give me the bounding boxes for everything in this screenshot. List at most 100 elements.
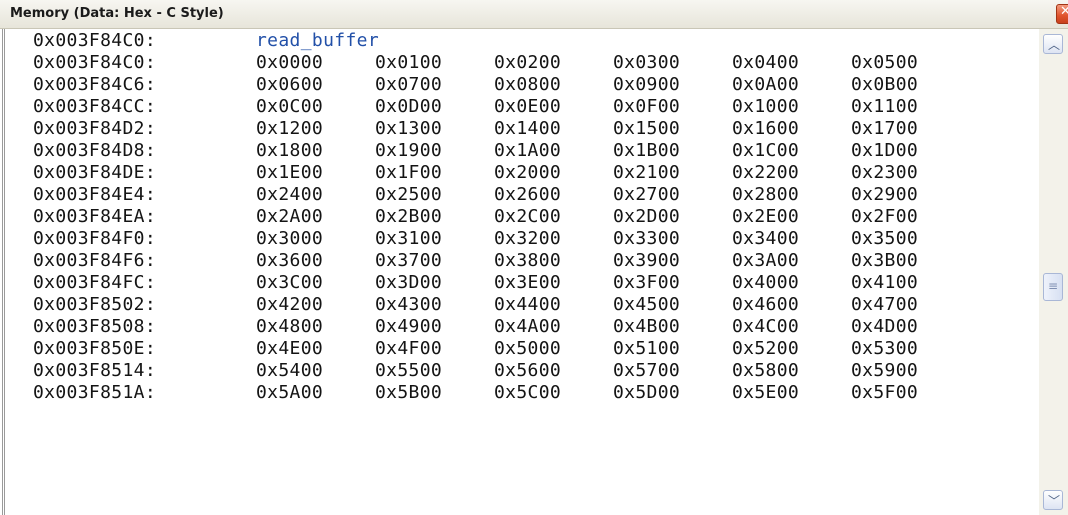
memory-cell[interactable]: 0x3A00: [732, 250, 799, 272]
memory-cell[interactable]: 0x2D00: [613, 206, 680, 228]
memory-cell[interactable]: 0x0C00: [256, 96, 323, 118]
memory-cell[interactable]: 0x1F00: [375, 162, 442, 184]
memory-cell[interactable]: 0x2500: [375, 184, 442, 206]
memory-cell[interactable]: 0x3200: [494, 228, 561, 250]
memory-cell[interactable]: 0x1200: [256, 118, 323, 140]
memory-cell[interactable]: 0x5A00: [256, 382, 323, 404]
symbol-label[interactable]: read_buffer: [256, 30, 379, 52]
memory-cell[interactable]: 0x4600: [732, 294, 799, 316]
memory-cell[interactable]: 0x3B00: [851, 250, 918, 272]
memory-cell[interactable]: 0x5B00: [375, 382, 442, 404]
memory-cell[interactable]: 0x2E00: [732, 206, 799, 228]
scroll-thumb[interactable]: ≡: [1043, 273, 1063, 301]
memory-cell[interactable]: 0x3900: [613, 250, 680, 272]
memory-cell[interactable]: 0x1300: [375, 118, 442, 140]
memory-cell[interactable]: 0x3D00: [375, 272, 442, 294]
memory-cell[interactable]: 0x0B00: [851, 74, 918, 96]
memory-cell[interactable]: 0x0000: [256, 52, 323, 74]
memory-cell[interactable]: 0x4D00: [851, 316, 918, 338]
memory-cell[interactable]: 0x5C00: [494, 382, 561, 404]
scroll-up-button[interactable]: ︿: [1043, 34, 1063, 54]
memory-cell[interactable]: 0x3700: [375, 250, 442, 272]
memory-cell[interactable]: 0x2600: [494, 184, 561, 206]
memory-cell[interactable]: 0x1700: [851, 118, 918, 140]
memory-cell[interactable]: 0x4500: [613, 294, 680, 316]
memory-cell[interactable]: 0x1900: [375, 140, 442, 162]
memory-cell[interactable]: 0x3300: [613, 228, 680, 250]
memory-cell[interactable]: 0x2000: [494, 162, 561, 184]
memory-cell[interactable]: 0x2200: [732, 162, 799, 184]
memory-cell[interactable]: 0x1100: [851, 96, 918, 118]
memory-cell[interactable]: 0x4000: [732, 272, 799, 294]
memory-cell[interactable]: 0x4400: [494, 294, 561, 316]
memory-cell[interactable]: 0x5300: [851, 338, 918, 360]
memory-cell[interactable]: 0x5700: [613, 360, 680, 382]
scroll-down-button[interactable]: ﹀: [1043, 490, 1063, 510]
memory-cell[interactable]: 0x4F00: [375, 338, 442, 360]
memory-cell[interactable]: 0x4100: [851, 272, 918, 294]
memory-cell[interactable]: 0x3C00: [256, 272, 323, 294]
memory-cell[interactable]: 0x1C00: [732, 140, 799, 162]
memory-cell[interactable]: 0x3100: [375, 228, 442, 250]
memory-cell[interactable]: 0x5100: [613, 338, 680, 360]
memory-cell[interactable]: 0x4C00: [732, 316, 799, 338]
memory-cell[interactable]: 0x4900: [375, 316, 442, 338]
memory-cell[interactable]: 0x4700: [851, 294, 918, 316]
memory-cell[interactable]: 0x0800: [494, 74, 561, 96]
memory-cell[interactable]: 0x0600: [256, 74, 323, 96]
memory-cell[interactable]: 0x2100: [613, 162, 680, 184]
memory-cell[interactable]: 0x5600: [494, 360, 561, 382]
memory-cell[interactable]: 0x4800: [256, 316, 323, 338]
memory-cell[interactable]: 0x2900: [851, 184, 918, 206]
memory-cell[interactable]: 0x0E00: [494, 96, 561, 118]
memory-cell[interactable]: 0x5900: [851, 360, 918, 382]
memory-cell[interactable]: 0x2F00: [851, 206, 918, 228]
memory-cell[interactable]: 0x2700: [613, 184, 680, 206]
memory-cell[interactable]: 0x5500: [375, 360, 442, 382]
memory-cell[interactable]: 0x1A00: [494, 140, 561, 162]
memory-cell[interactable]: 0x4300: [375, 294, 442, 316]
memory-cell[interactable]: 0x5D00: [613, 382, 680, 404]
memory-cell[interactable]: 0x1D00: [851, 140, 918, 162]
memory-cell[interactable]: 0x0500: [851, 52, 918, 74]
memory-rows[interactable]: 0x003F84C0: read_buffer 0x003F84C0: 0x000…: [5, 29, 1035, 515]
memory-cell[interactable]: 0x1000: [732, 96, 799, 118]
memory-cell[interactable]: 0x1400: [494, 118, 561, 140]
window-titlebar[interactable]: Memory (Data: Hex - C Style) ✕: [0, 0, 1068, 29]
memory-cell[interactable]: 0x3600: [256, 250, 323, 272]
memory-cell[interactable]: 0x0300: [613, 52, 680, 74]
memory-cell[interactable]: 0x5000: [494, 338, 561, 360]
memory-cell[interactable]: 0x0900: [613, 74, 680, 96]
memory-cell[interactable]: 0x1B00: [613, 140, 680, 162]
memory-cell[interactable]: 0x3000: [256, 228, 323, 250]
memory-cell[interactable]: 0x5E00: [732, 382, 799, 404]
memory-cell[interactable]: 0x5400: [256, 360, 323, 382]
memory-cell[interactable]: 0x0A00: [732, 74, 799, 96]
memory-cell[interactable]: 0x1600: [732, 118, 799, 140]
memory-cell[interactable]: 0x2A00: [256, 206, 323, 228]
memory-cell[interactable]: 0x0F00: [613, 96, 680, 118]
memory-cell[interactable]: 0x3500: [851, 228, 918, 250]
memory-cell[interactable]: 0x2400: [256, 184, 323, 206]
memory-cell[interactable]: 0x1500: [613, 118, 680, 140]
memory-cell[interactable]: 0x2C00: [494, 206, 561, 228]
memory-cell[interactable]: 0x5800: [732, 360, 799, 382]
memory-cell[interactable]: 0x0D00: [375, 96, 442, 118]
memory-cell[interactable]: 0x4A00: [494, 316, 561, 338]
memory-cell[interactable]: 0x2300: [851, 162, 918, 184]
close-button[interactable]: ✕: [1056, 4, 1068, 24]
memory-cell[interactable]: 0x3E00: [494, 272, 561, 294]
memory-cell[interactable]: 0x4B00: [613, 316, 680, 338]
memory-cell[interactable]: 0x0100: [375, 52, 442, 74]
memory-cell[interactable]: 0x3400: [732, 228, 799, 250]
memory-cell[interactable]: 0x0700: [375, 74, 442, 96]
memory-cell[interactable]: 0x1800: [256, 140, 323, 162]
memory-cell[interactable]: 0x1E00: [256, 162, 323, 184]
memory-cell[interactable]: 0x2800: [732, 184, 799, 206]
memory-cell[interactable]: 0x0200: [494, 52, 561, 74]
memory-cell[interactable]: 0x3800: [494, 250, 561, 272]
memory-cell[interactable]: 0x3F00: [613, 272, 680, 294]
memory-cell[interactable]: 0x5200: [732, 338, 799, 360]
vertical-scrollbar[interactable]: ︿ ≡ ﹀: [1039, 29, 1068, 515]
memory-cell[interactable]: 0x2B00: [375, 206, 442, 228]
